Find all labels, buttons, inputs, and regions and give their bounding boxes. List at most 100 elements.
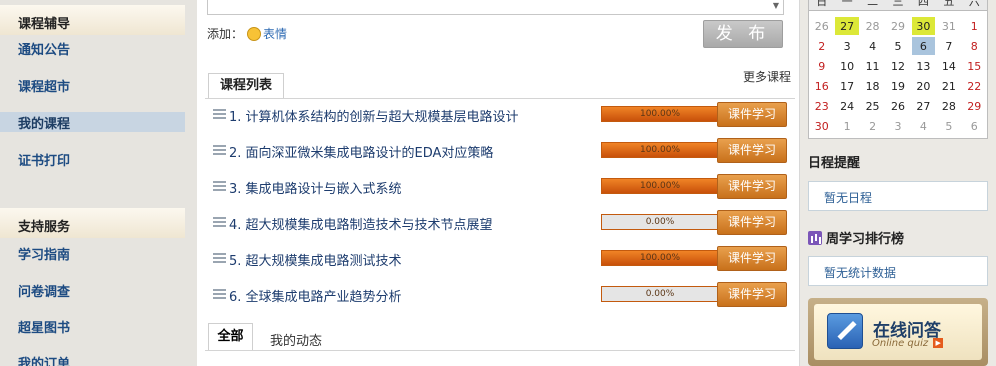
list-icon (213, 109, 226, 119)
calendar-day[interactable]: 4 (861, 37, 884, 55)
calendar-day[interactable]: 2 (810, 37, 833, 55)
ranking-box: 暂无统计数据 (808, 256, 988, 286)
online-qa-banner[interactable]: 在线问答 Online quiz ▶ (808, 298, 988, 366)
sidebar-item-course-market[interactable]: 课程超市 (0, 75, 185, 95)
list-icon (213, 181, 226, 191)
tab-my-activity[interactable]: 我的动态 (270, 330, 322, 349)
sidebar-item-library[interactable]: 超星图书 (0, 316, 185, 336)
calendar-day[interactable]: 21 (937, 77, 960, 95)
tab-all[interactable]: 全部 (208, 323, 253, 351)
pencil-icon (827, 313, 863, 349)
progress-text: 100.00% (639, 109, 681, 119)
calendar-day[interactable]: 28 (937, 97, 960, 115)
courseware-study-button[interactable]: 课件学习 (717, 282, 787, 307)
calendar-day[interactable]: 2 (861, 117, 884, 135)
sidebar-item-certificate-print[interactable]: 证书打印 (0, 149, 185, 169)
sidebar-item-notices[interactable]: 通知公告 (0, 38, 185, 58)
calendar-day[interactable]: 26 (810, 17, 833, 35)
add-toolbar: 添加： 表情 (207, 25, 287, 42)
progress-text: 100.00% (639, 181, 681, 191)
calendar-day[interactable]: 16 (810, 77, 833, 95)
calendar-day[interactable]: 29 (886, 17, 909, 35)
calendar-day[interactable]: 19 (886, 77, 909, 95)
calendar-day[interactable]: 12 (886, 57, 909, 75)
calendar-day[interactable]: 9 (810, 57, 833, 75)
list-icon (213, 145, 226, 155)
calendar-day[interactable]: 10 (835, 57, 858, 75)
calendar-day[interactable]: 6 (963, 117, 986, 135)
weekday-label: 二 (867, 0, 879, 8)
scroll-down-icon[interactable]: ▼ (773, 1, 779, 10)
calendar-day[interactable]: 1 (963, 17, 986, 35)
calendar-day[interactable]: 8 (963, 37, 986, 55)
calendar-day[interactable]: 5 (886, 37, 909, 55)
calendar-day[interactable]: 26 (886, 97, 909, 115)
calendar-day[interactable]: 25 (861, 97, 884, 115)
calendar-day[interactable]: 6 (911, 37, 936, 55)
course-title[interactable]: 2. 面向深亚微米集成电路设计的EDA对应策略 (229, 142, 493, 161)
calendar-day[interactable]: 3 (835, 37, 858, 55)
course-row: 4. 超大规模集成电路制造技术与技术节点展望 0.00% 课件学习 (209, 208, 791, 238)
arrow-right-icon: ▶ (933, 338, 944, 348)
calendar-day[interactable]: 3 (886, 117, 909, 135)
calendar-day[interactable]: 31 (937, 17, 960, 35)
smiley-icon[interactable] (247, 27, 262, 41)
sidebar-item-my-courses[interactable]: 我的课程 (0, 112, 185, 132)
more-courses-link[interactable]: 更多课程 (743, 68, 791, 85)
calendar-day[interactable]: 15 (963, 57, 986, 75)
courseware-study-button[interactable]: 课件学习 (717, 174, 787, 199)
calendar-day[interactable]: 27 (912, 97, 935, 115)
calendar-day[interactable]: 4 (912, 117, 935, 135)
calendar-day[interactable]: 5 (937, 117, 960, 135)
courseware-study-button[interactable]: 课件学习 (717, 210, 787, 235)
calendar-day[interactable]: 30 (911, 17, 936, 35)
emoticon-link[interactable]: 表情 (263, 27, 287, 41)
post-textarea[interactable]: ▼ (207, 0, 784, 15)
sidebar-section-title: 课程辅导 (0, 5, 185, 35)
progress-bar: 100.00% (601, 250, 719, 266)
sidebar-item-survey[interactable]: 问卷调查 (0, 280, 185, 300)
online-qa-subtitle: Online quiz ▶ (872, 338, 944, 349)
tab-course-list[interactable]: 课程列表 (208, 73, 284, 99)
course-title[interactable]: 5. 超大规模集成电路测试技术 (229, 250, 402, 269)
right-column: 日 一 二 三 四 五 六 26 27 28 29 30 31 1 2 3 4 5 6 7 8 9 10 11 1… (800, 0, 996, 366)
sidebar-item-study-guide[interactable]: 学习指南 (0, 243, 185, 263)
progress-text: 100.00% (639, 145, 681, 155)
course-title[interactable]: 1. 计算机体系结构的创新与超大规模基层电路设计 (229, 106, 519, 125)
calendar-day[interactable]: 13 (912, 57, 935, 75)
course-title[interactable]: 6. 全球集成电路产业趋势分析 (229, 286, 402, 305)
calendar-day[interactable]: 29 (963, 97, 986, 115)
calendar-day[interactable]: 11 (861, 57, 884, 75)
courseware-study-button[interactable]: 课件学习 (717, 138, 787, 163)
progress-text: 100.00% (639, 253, 681, 263)
ranking-title: 周学习排行榜 (808, 228, 904, 247)
calendar-day[interactable]: 30 (810, 117, 833, 135)
progress-bar: 100.00% (601, 178, 719, 194)
calendar-day[interactable]: 18 (861, 77, 884, 95)
courseware-study-button[interactable]: 课件学习 (717, 246, 787, 271)
calendar-day[interactable]: 20 (912, 77, 935, 95)
list-icon (213, 289, 226, 299)
publish-button[interactable]: 发 布 (703, 20, 783, 48)
calendar-day[interactable]: 23 (810, 97, 833, 115)
calendar-day[interactable]: 22 (963, 77, 986, 95)
online-qa-inner: 在线问答 Online quiz ▶ (814, 304, 982, 360)
course-row: 1. 计算机体系结构的创新与超大规模基层电路设计 100.00% 课件学习 (209, 100, 791, 130)
weekday-label: 日 (816, 0, 828, 8)
progress-text: 0.00% (645, 217, 675, 227)
schedule-box: 暂无日程 (808, 181, 988, 211)
course-title[interactable]: 3. 集成电路设计与嵌入式系统 (229, 178, 402, 197)
course-title[interactable]: 4. 超大规模集成电路制造技术与技术节点展望 (229, 214, 493, 233)
sidebar-item-my-orders[interactable]: 我的订单 (0, 352, 185, 366)
calendar-day[interactable]: 7 (937, 37, 960, 55)
progress-text: 0.00% (645, 289, 675, 299)
calendar-day[interactable]: 24 (835, 97, 858, 115)
calendar-day[interactable]: 14 (937, 57, 960, 75)
sidebar-section-title: 支持服务 (0, 208, 185, 238)
calendar-day[interactable]: 28 (861, 17, 884, 35)
ranking-title-text: 周学习排行榜 (826, 232, 905, 247)
calendar-day[interactable]: 27 (835, 17, 859, 35)
courseware-study-button[interactable]: 课件学习 (717, 102, 787, 127)
calendar-day[interactable]: 17 (835, 77, 858, 95)
calendar-day[interactable]: 1 (835, 117, 858, 135)
